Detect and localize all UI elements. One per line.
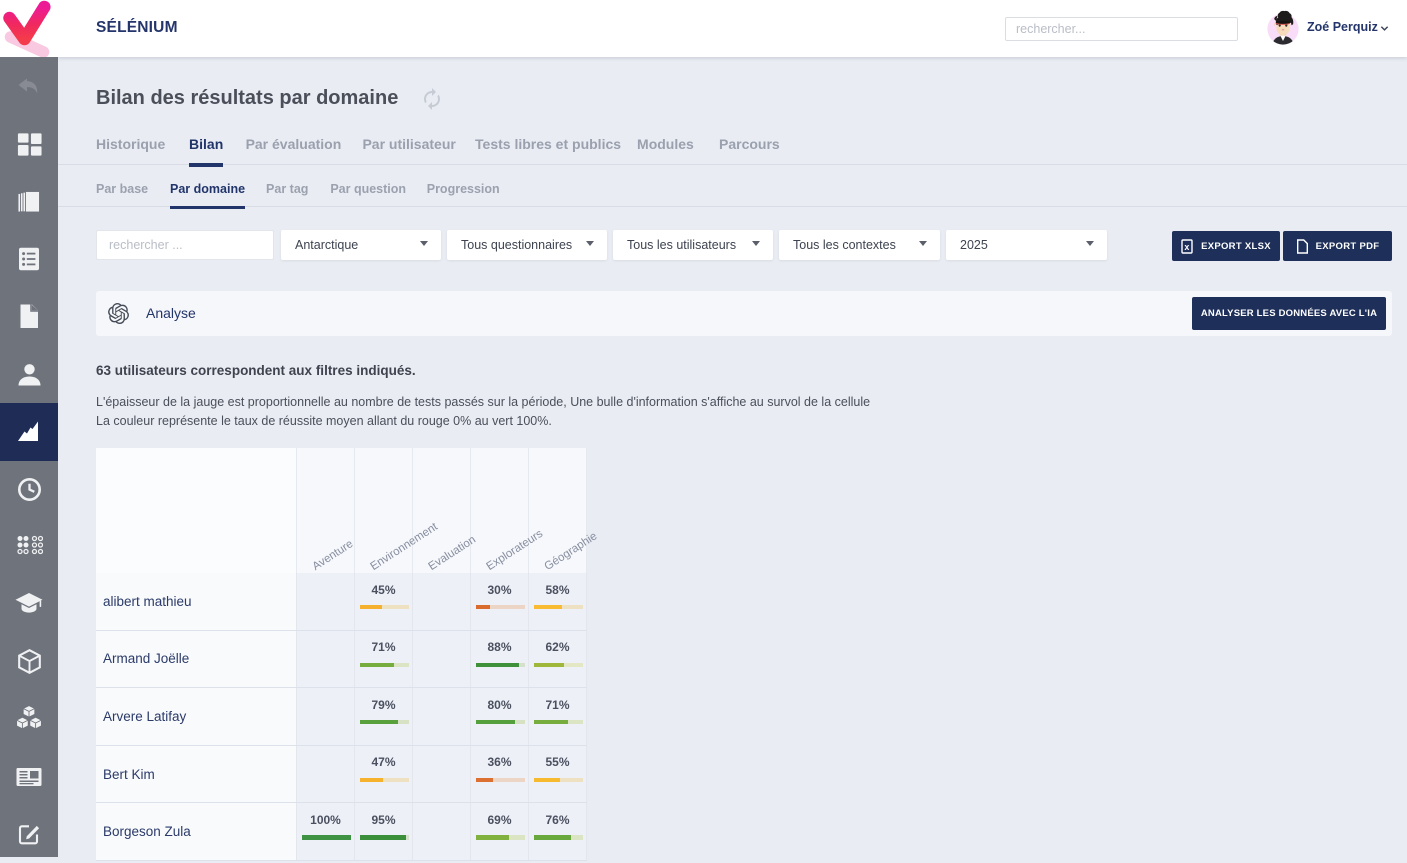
svg-text:x: x [1184, 242, 1189, 252]
